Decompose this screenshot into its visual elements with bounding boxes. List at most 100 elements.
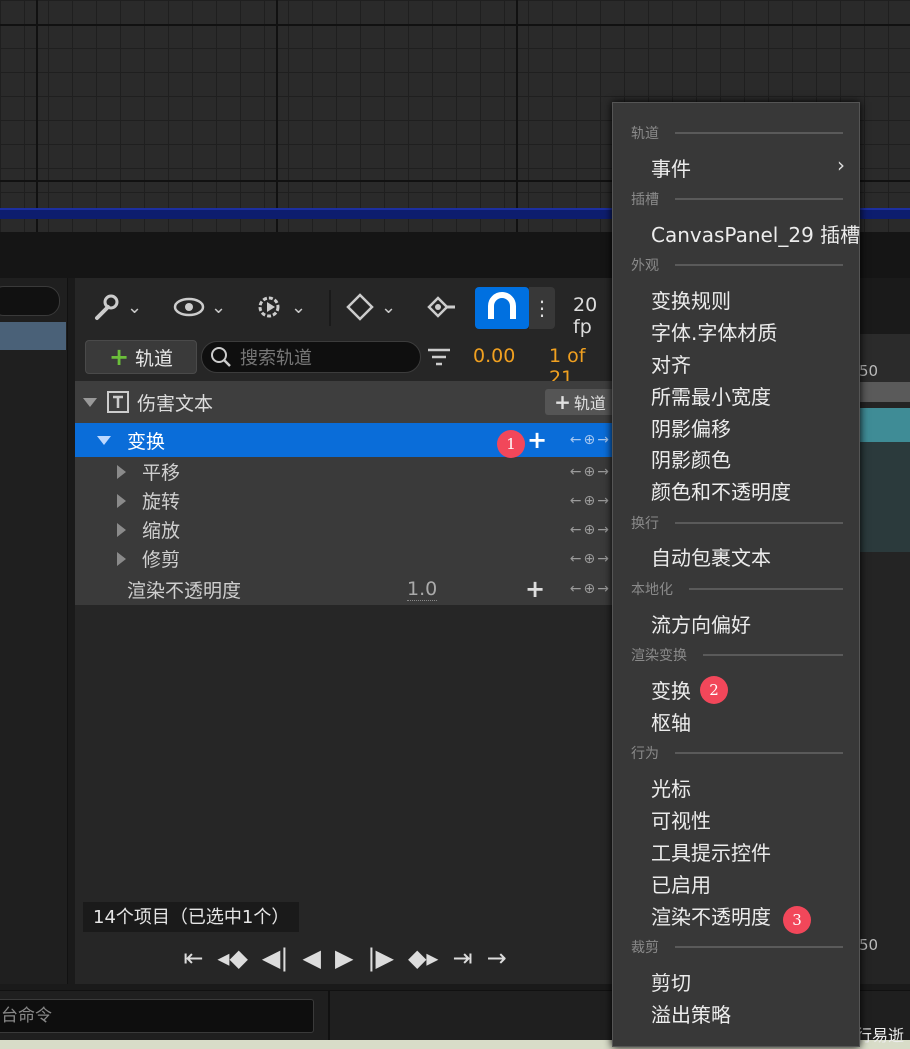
- collapse-arrow-icon[interactable]: [97, 435, 111, 445]
- wrench-menu-button[interactable]: ⌄: [91, 292, 142, 322]
- animation-list-item-selected[interactable]: [0, 322, 66, 350]
- play-reverse-icon[interactable]: ◀: [302, 944, 320, 972]
- track-child-label: 缩放: [142, 520, 181, 542]
- menu-item-font-material[interactable]: 字体.字体材质: [651, 317, 777, 346]
- auto-key-icon: [427, 296, 455, 318]
- add-track-button[interactable]: + 轨道: [85, 340, 197, 374]
- menu-item-tooltip[interactable]: 工具提示控件: [651, 837, 771, 866]
- playback-options-button[interactable]: ⌄: [255, 292, 306, 322]
- menu-section-header: 渲染变换: [631, 645, 843, 665]
- menu-item-enabled[interactable]: 已启用: [651, 869, 711, 898]
- add-key-plus-icon[interactable]: +: [525, 575, 545, 603]
- snap-toggle-button[interactable]: [475, 287, 529, 329]
- menu-item-color-opacity[interactable]: 颜色和不透明度: [651, 476, 791, 505]
- menu-item-overflow[interactable]: 溢出策略: [651, 999, 731, 1028]
- plus-icon: +: [554, 390, 571, 414]
- add-key-plus-icon[interactable]: +: [527, 426, 547, 454]
- collapse-arrow-icon[interactable]: [83, 397, 97, 407]
- auto-key-button[interactable]: [425, 292, 457, 322]
- expand-arrow-icon[interactable]: [117, 522, 126, 537]
- render-opacity-value[interactable]: 1.0: [407, 578, 438, 601]
- key-navigation-controls[interactable]: ←⊕→: [570, 464, 611, 480]
- search-placeholder: 搜索轨道: [240, 348, 312, 369]
- track-search-input[interactable]: 搜索轨道: [201, 341, 421, 373]
- sequencer-panel: ⌄ ⌄ ⌄ ⌄ ⋮ 20 fp + 轨道 搜索轨道 0.00 1 of 21 伤…: [75, 278, 615, 984]
- menu-item-render-opacity[interactable]: 渲染不透明度: [651, 901, 771, 930]
- track-child-row[interactable]: 平移 ←⊕→: [75, 457, 615, 486]
- prev-keyframe-icon[interactable]: ◂◆: [217, 944, 248, 972]
- menu-section-header: 换行: [631, 513, 843, 533]
- filter-icon[interactable]: [427, 346, 451, 368]
- menu-item-render-transform[interactable]: 变换: [651, 675, 691, 704]
- expand-arrow-icon[interactable]: [117, 493, 126, 508]
- track-child-row[interactable]: 旋转 ←⊕→: [75, 486, 615, 515]
- chevron-right-icon: ›: [837, 153, 845, 177]
- menu-item-shadow-offset[interactable]: 阴影偏移: [651, 413, 731, 442]
- expand-arrow-icon[interactable]: [117, 464, 126, 479]
- key-navigation-controls[interactable]: ←⊕→: [570, 432, 611, 448]
- menu-item-clipping[interactable]: 剪切: [651, 967, 691, 996]
- menu-item-visibility[interactable]: 可视性: [651, 805, 711, 834]
- next-keyframe-icon[interactable]: ◆▸: [408, 944, 439, 972]
- loop-icon[interactable]: →: [487, 944, 507, 972]
- text-widget-icon: [107, 391, 129, 413]
- jump-to-start-icon[interactable]: ⇤: [183, 944, 203, 972]
- key-navigation-controls[interactable]: ←⊕→: [570, 522, 611, 538]
- search-icon: [211, 347, 231, 367]
- console-command-input[interactable]: 台命令: [0, 999, 314, 1033]
- grid-line: [0, 24, 910, 26]
- step-forward-icon[interactable]: |▶: [367, 944, 394, 972]
- menu-section-header: 行为: [631, 743, 843, 763]
- key-navigation-controls[interactable]: ←⊕→: [570, 551, 611, 567]
- timeline-section[interactable]: [855, 408, 910, 442]
- track-child-row[interactable]: 修剪 ←⊕→: [75, 544, 615, 573]
- diamond-key-icon: [346, 293, 374, 321]
- transform-track-row[interactable]: 变换 + ←⊕→: [75, 423, 615, 457]
- add-subtrack-button[interactable]: + 轨道: [545, 389, 615, 415]
- key-menu-button[interactable]: ⌄: [345, 292, 396, 322]
- menu-section-header: 本地化: [631, 579, 843, 599]
- menu-item-justification[interactable]: 对齐: [651, 349, 691, 378]
- expand-arrow-icon[interactable]: [117, 551, 126, 566]
- view-options-button[interactable]: ⌄: [173, 292, 226, 322]
- time-ruler-tick: 50: [859, 362, 879, 380]
- menu-item-min-width[interactable]: 所需最小宽度: [651, 381, 771, 410]
- chevron-down-icon: ⌄: [291, 296, 307, 318]
- menu-item-slot[interactable]: CanvasPanel_29 插槽: [651, 219, 860, 248]
- menu-section-header: 插槽: [631, 189, 843, 209]
- key-navigation-controls[interactable]: ←⊕→: [570, 581, 611, 597]
- chevron-down-icon: ⌄: [211, 296, 227, 318]
- gear-play-icon: [258, 296, 280, 318]
- track-child-label: 平移: [142, 462, 181, 484]
- time-ruler-tick: 50: [859, 936, 879, 954]
- play-icon[interactable]: ▶: [335, 944, 353, 972]
- menu-item-auto-wrap[interactable]: 自动包裹文本: [651, 542, 771, 571]
- menu-item-event[interactable]: 事件: [651, 153, 691, 182]
- key-navigation-controls[interactable]: ←⊕→: [570, 493, 611, 509]
- jump-to-end-icon[interactable]: ⇥: [452, 944, 472, 972]
- menu-item-transform-policy[interactable]: 变换规则: [651, 285, 731, 314]
- separator: [328, 991, 330, 1041]
- menu-item-pivot[interactable]: 枢轴: [651, 707, 691, 736]
- plus-icon: +: [108, 343, 130, 371]
- grid-line: [36, 0, 38, 232]
- snap-options-button[interactable]: ⋮: [529, 287, 555, 329]
- frame-rate-selector[interactable]: 20 fp: [573, 294, 615, 338]
- step-back-icon[interactable]: ◀|: [262, 944, 289, 972]
- grid-line: [516, 0, 518, 232]
- annotation-badge: 1: [497, 430, 525, 458]
- track-child-row[interactable]: 缩放 ←⊕→: [75, 515, 615, 544]
- add-track-label: 轨道: [135, 347, 174, 370]
- menu-item-flow-direction[interactable]: 流方向偏好: [651, 609, 751, 638]
- menu-item-shadow-color[interactable]: 阴影颜色: [651, 444, 731, 473]
- render-opacity-track-row[interactable]: 渲染不透明度 1.0 + ←⊕→: [75, 573, 615, 605]
- sequencer-toolbar: ⌄ ⌄ ⌄ ⌄ ⋮ 20 fp: [75, 278, 615, 338]
- menu-section-header: 轨道: [631, 123, 843, 143]
- annotation-badge: 2: [700, 676, 728, 704]
- widget-track-label: 伤害文本: [137, 392, 214, 415]
- current-time-field[interactable]: 0.00: [473, 345, 515, 367]
- widget-track-row[interactable]: 伤害文本 + 轨道: [75, 381, 615, 423]
- animation-search-input[interactable]: [0, 286, 60, 316]
- menu-item-cursor[interactable]: 光标: [651, 773, 691, 802]
- menu-section-header: 裁剪: [631, 937, 843, 957]
